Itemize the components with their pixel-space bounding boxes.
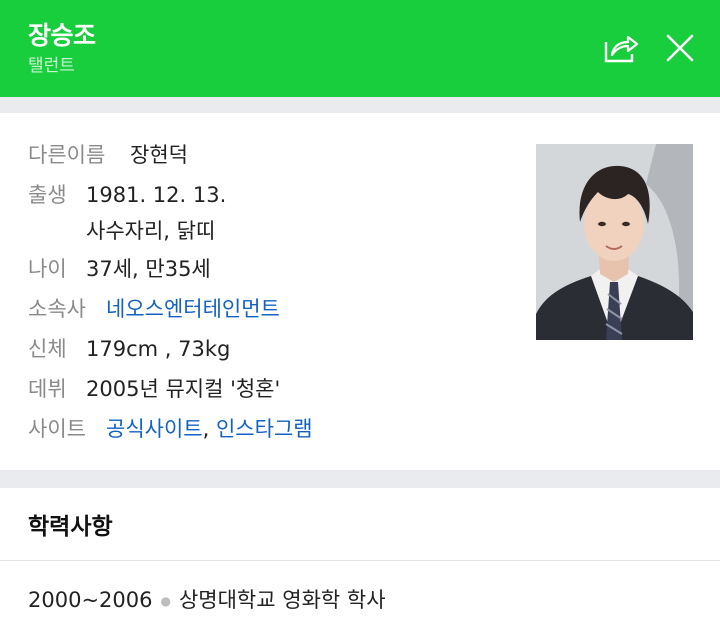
share-icon	[604, 35, 639, 63]
bullet-separator: ●	[160, 594, 171, 608]
debut-label: 데뷔	[28, 377, 67, 401]
birth-label: 출생	[28, 183, 67, 207]
age-row: 나이 37세, 만35세	[28, 255, 211, 283]
body-value: 179cm , 73kg	[86, 337, 231, 361]
alias-label: 다른이름	[28, 143, 106, 167]
share-button[interactable]	[600, 28, 640, 68]
alias-row: 다른이름 장현덕	[28, 141, 188, 169]
education-title: 학력사항	[28, 514, 113, 540]
education-card: 학력사항 2000~2006 ● 상명대학교 영화학 학사	[0, 488, 720, 635]
birth-signs: 사수자리, 닭띠	[86, 219, 216, 243]
age-label: 나이	[28, 257, 67, 281]
debut-row: 데뷔 2005년 뮤지컬 '청혼'	[28, 375, 280, 403]
age-value: 37세, 만35세	[86, 257, 211, 281]
person-occupation: 탤런트	[28, 56, 75, 76]
birth-date: 1981. 12. 13.	[86, 183, 227, 207]
birth-row: 출생 1981. 12. 13.	[28, 181, 226, 209]
profile-photo[interactable]	[536, 144, 693, 340]
body-label: 신체	[28, 337, 67, 361]
body-row: 신체 179cm , 73kg	[28, 335, 230, 363]
agency-label: 소속사	[28, 297, 86, 321]
portrait-image	[536, 144, 693, 340]
education-item: 2000~2006 ● 상명대학교 영화학 학사	[28, 584, 386, 614]
debut-value: 2005년 뮤지컬 '청혼'	[86, 377, 281, 401]
sites-separator: ,	[202, 417, 210, 441]
agency-row: 소속사 네오스엔터테인먼트	[28, 295, 280, 323]
official-site-link[interactable]: 공식사이트	[106, 417, 203, 441]
close-button[interactable]	[660, 28, 700, 68]
header-bar: 장승조 탤런트	[0, 0, 720, 97]
education-period: 2000~2006	[28, 588, 153, 612]
instagram-link[interactable]: 인스타그램	[216, 417, 313, 441]
education-divider	[0, 560, 720, 561]
sites-row: 사이트 공식사이트, 인스타그램	[28, 415, 313, 443]
sites-label: 사이트	[28, 417, 86, 441]
agency-link[interactable]: 네오스엔터테인먼트	[106, 297, 280, 321]
zodiac-row: 사수자리, 닭띠	[86, 217, 215, 245]
profile-card: 다른이름 장현덕 출생 1981. 12. 13. 사수자리, 닭띠 나이 37세, …	[0, 113, 720, 470]
alias-value: 장현덕	[130, 143, 188, 167]
person-name: 장승조	[28, 21, 96, 50]
education-school: 상명대학교 영화학 학사	[178, 588, 386, 612]
close-icon	[666, 34, 694, 62]
